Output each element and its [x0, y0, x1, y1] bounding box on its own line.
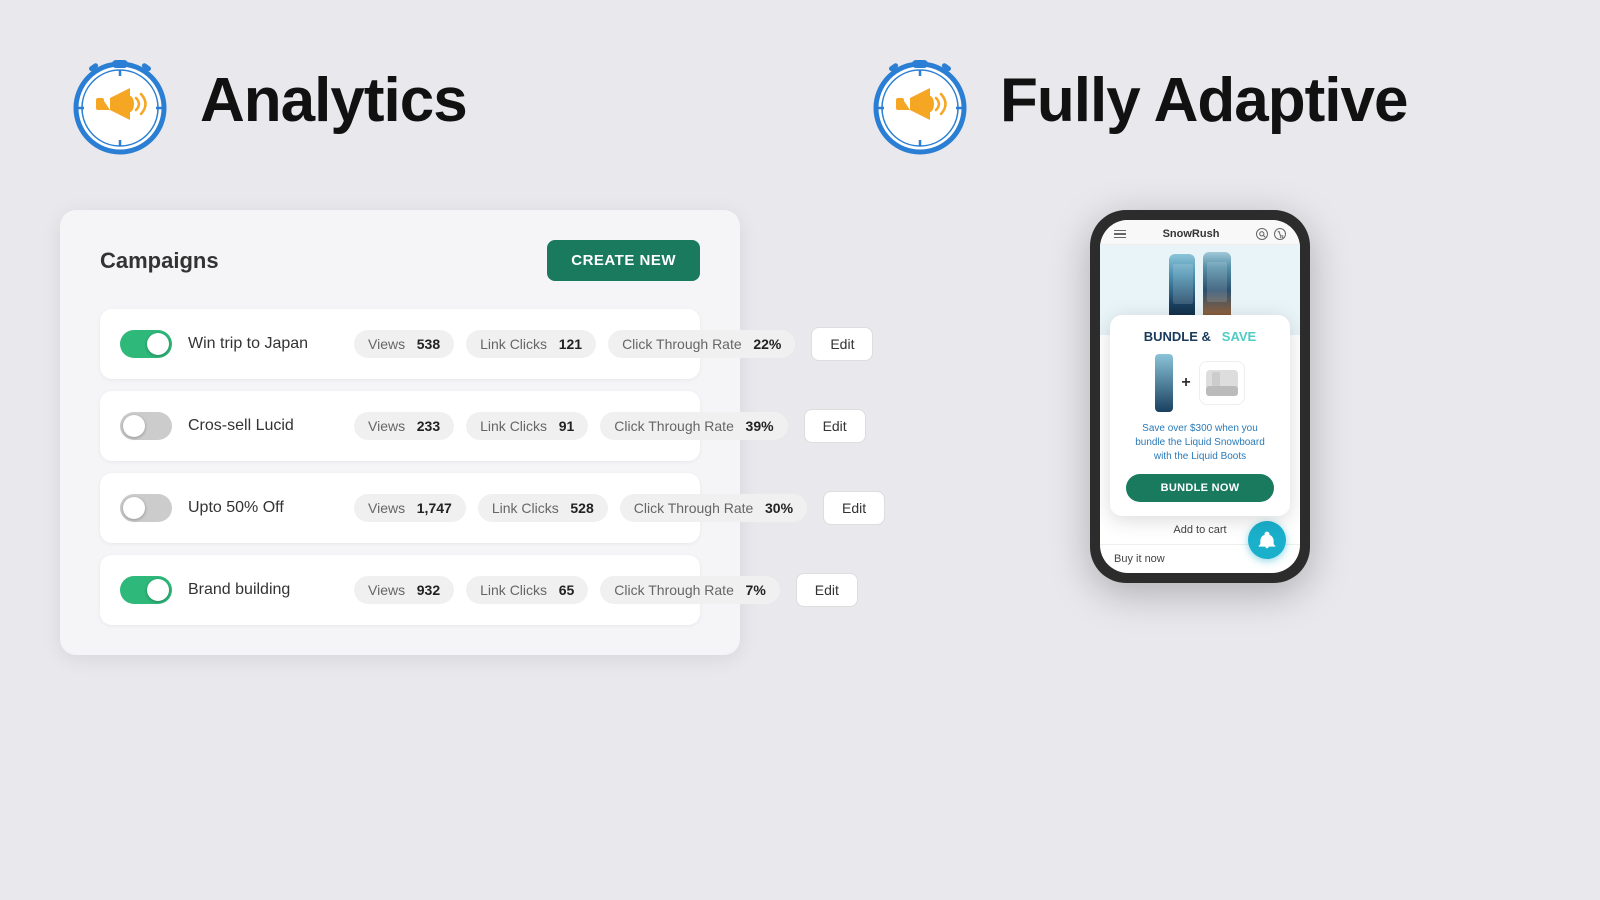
campaign-toggle-3[interactable] — [120, 576, 172, 604]
cart-icon — [1274, 228, 1286, 240]
campaign-toggle-1[interactable] — [120, 412, 172, 440]
right-section: Fully Adaptive SnowRush — [800, 0, 1600, 900]
campaign-row: Win trip to Japan Views 538 Link Clicks … — [100, 309, 700, 379]
campaigns-title: Campaigns — [100, 248, 219, 274]
ctr-pill-2: Click Through Rate 30% — [620, 494, 807, 522]
phone-wrapper: SnowRush — [860, 210, 1540, 583]
fully-adaptive-title: Fully Adaptive — [1000, 65, 1407, 136]
phone-header-icons — [1256, 228, 1286, 240]
popup-products: + — [1126, 354, 1274, 412]
campaign-row: Upto 50% Off Views 1,747 Link Clicks 528… — [100, 473, 700, 543]
phone-screen: SnowRush — [1100, 220, 1300, 573]
bundle-popup: BUNDLE & SAVE + — [1110, 315, 1290, 516]
analytics-title: Analytics — [200, 65, 467, 136]
hamburger-icon — [1114, 230, 1126, 239]
campaign-row: Cros-sell Lucid Views 233 Link Clicks 91… — [100, 391, 700, 461]
campaign-stats-3: Views 932 Link Clicks 65 Click Through R… — [354, 576, 780, 604]
left-section: Analytics Campaigns CREATE NEW Win trip … — [0, 0, 800, 900]
analytics-logo-icon — [60, 40, 180, 160]
views-pill-0: Views 538 — [354, 330, 454, 358]
phone-statusbar: SnowRush — [1100, 220, 1300, 245]
campaigns-header: Campaigns CREATE NEW — [100, 240, 700, 281]
campaign-name-0: Win trip to Japan — [188, 335, 338, 353]
campaign-stats-2: Views 1,747 Link Clicks 528 Click Throug… — [354, 494, 807, 522]
views-pill-1: Views 233 — [354, 412, 454, 440]
campaign-name-1: Cros-sell Lucid — [188, 417, 338, 435]
views-pill-2: Views 1,747 — [354, 494, 466, 522]
buy-now-bar: Buy it now — [1100, 545, 1300, 573]
campaign-name-3: Brand building — [188, 581, 338, 599]
search-icon — [1256, 228, 1268, 240]
bundle-title: BUNDLE & SAVE — [1126, 329, 1274, 344]
left-brand-header: Analytics — [60, 40, 740, 160]
ctr-pill-0: Click Through Rate 22% — [608, 330, 795, 358]
clicks-pill-0: Link Clicks 121 — [466, 330, 596, 358]
bundle-now-button[interactable]: BUNDLE NOW — [1126, 474, 1274, 502]
popup-description: Save over $300 when you bundle the Liqui… — [1126, 422, 1274, 464]
campaign-row: Brand building Views 932 Link Clicks 65 … — [100, 555, 700, 625]
campaign-toggle-0[interactable] — [120, 330, 172, 358]
fully-adaptive-logo-icon — [860, 40, 980, 160]
ctr-pill-3: Click Through Rate 7% — [600, 576, 779, 604]
right-brand-header: Fully Adaptive — [860, 40, 1540, 160]
campaigns-panel: Campaigns CREATE NEW Win trip to Japan V… — [60, 210, 740, 655]
campaign-toggle-2[interactable] — [120, 494, 172, 522]
create-new-button[interactable]: CREATE NEW — [547, 240, 700, 281]
clicks-pill-1: Link Clicks 91 — [466, 412, 588, 440]
buy-now-label[interactable]: Buy it now — [1114, 553, 1165, 565]
clicks-pill-2: Link Clicks 528 — [478, 494, 608, 522]
popup-boot-icon — [1199, 361, 1245, 405]
phone-frame: SnowRush — [1090, 210, 1310, 583]
clicks-pill-3: Link Clicks 65 — [466, 576, 588, 604]
ctr-pill-1: Click Through Rate 39% — [600, 412, 787, 440]
plus-icon: + — [1181, 374, 1190, 392]
store-name: SnowRush — [1126, 228, 1256, 240]
campaign-stats-1: Views 233 Link Clicks 91 Click Through R… — [354, 412, 788, 440]
popup-snowboard-icon — [1155, 354, 1173, 412]
campaign-stats-0: Views 538 Link Clicks 121 Click Through … — [354, 330, 795, 358]
campaign-name-2: Upto 50% Off — [188, 499, 338, 517]
notification-bell-button[interactable] — [1248, 521, 1286, 559]
views-pill-3: Views 932 — [354, 576, 454, 604]
